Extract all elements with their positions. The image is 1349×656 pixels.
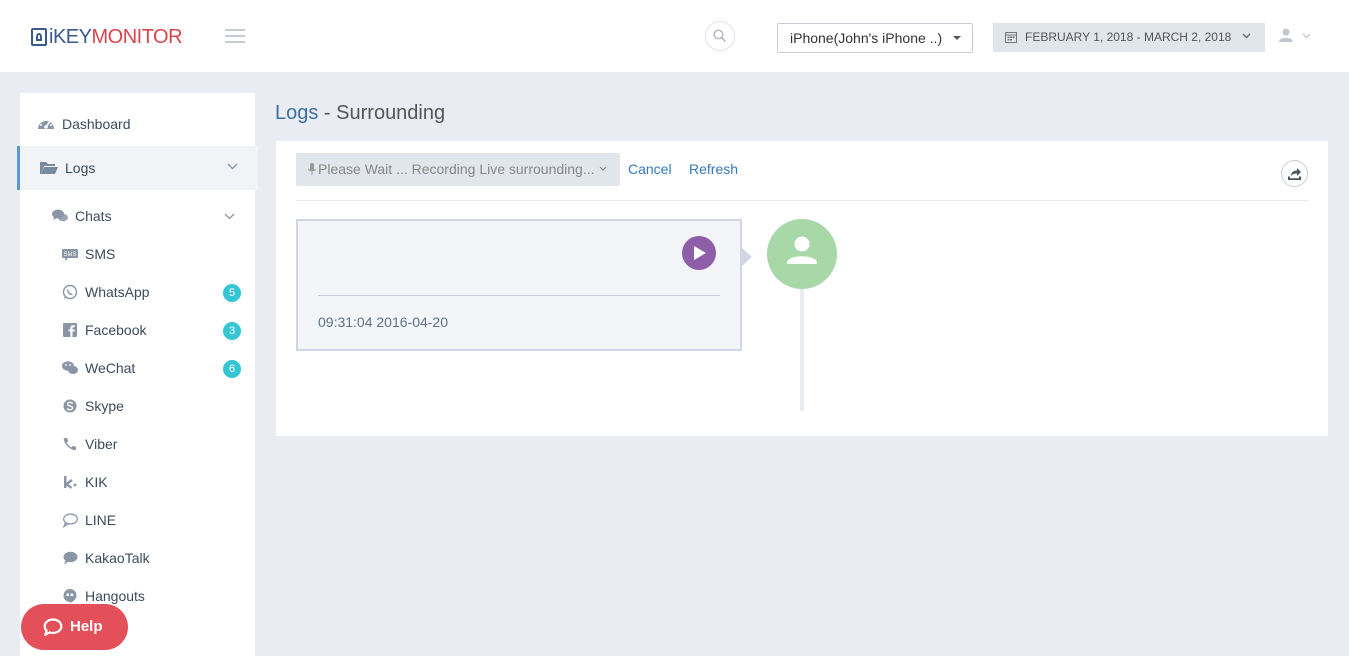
- sidebar-item-label: SMS: [85, 246, 116, 262]
- sidebar-item-logs[interactable]: Logs: [17, 146, 258, 190]
- sidebar-item-wechat[interactable]: WeChat 6: [20, 349, 255, 387]
- divider: [318, 295, 720, 296]
- sidebar-item-label: WhatsApp: [85, 284, 150, 300]
- date-range-label: FEBRUARY 1, 2018 - MARCH 2, 2018: [1025, 30, 1232, 44]
- divider: [296, 200, 1308, 201]
- sidebar-item-facebook[interactable]: Facebook 3: [20, 311, 255, 349]
- sidebar-item-label: KIK: [85, 474, 108, 490]
- folder-open-icon: [40, 162, 58, 174]
- svg-text:SMS: SMS: [63, 252, 76, 258]
- logo[interactable]: iKEYMONITOR: [31, 25, 183, 48]
- sidebar-item-dashboard[interactable]: Dashboard: [20, 102, 255, 146]
- count-badge: 3: [223, 322, 241, 340]
- kik-icon: [64, 476, 77, 489]
- recording-status-label: Please Wait ... Recording Live surroundi…: [318, 161, 595, 177]
- avatar: [767, 219, 837, 289]
- sms-icon: SMS: [62, 249, 78, 261]
- page-title: Logs - Surrounding: [275, 102, 446, 124]
- timeline-line: [800, 281, 804, 411]
- sidebar-item-label: Dashboard: [62, 116, 131, 132]
- chevron-down-icon: [1242, 33, 1251, 39]
- sidebar-item-label: Chats: [75, 208, 112, 224]
- caret-down-icon: [953, 36, 961, 40]
- surrounding-panel: Please Wait ... Recording Live surroundi…: [276, 141, 1328, 436]
- play-icon: [694, 246, 706, 260]
- sidebar-item-kakaotalk[interactable]: KakaoTalk: [20, 539, 255, 577]
- calendar-icon: [1005, 32, 1017, 43]
- facebook-icon: [63, 323, 77, 337]
- sidebar: Dashboard Logs Chats SMS SMS WhatsApp 5 …: [17, 93, 258, 656]
- play-button[interactable]: [682, 236, 716, 270]
- sidebar-item-viber[interactable]: Viber: [20, 425, 255, 463]
- search-icon: [713, 29, 727, 43]
- help-button[interactable]: Help: [21, 604, 128, 650]
- sidebar-item-skype[interactable]: Skype: [20, 387, 255, 425]
- sidebar-item-label: Logs: [65, 160, 96, 176]
- hangouts-icon: [63, 589, 77, 603]
- sidebar-item-label: Viber: [85, 436, 118, 452]
- sidebar-item-chats[interactable]: Chats: [20, 197, 255, 235]
- sidebar-item-label: Skype: [85, 398, 124, 414]
- user-menu[interactable]: [1279, 28, 1311, 48]
- line-icon: [62, 513, 78, 528]
- chevron-down-icon: [227, 163, 238, 170]
- comments-icon: [52, 209, 68, 222]
- sidebar-item-label: KakaoTalk: [85, 550, 150, 566]
- chevron-down-icon: [1302, 33, 1311, 39]
- viber-icon: [63, 438, 76, 451]
- sidebar-item-label: Facebook: [85, 322, 147, 338]
- sidebar-item-line[interactable]: LINE: [20, 501, 255, 539]
- sidebar-item-whatsapp[interactable]: WhatsApp 5: [20, 273, 255, 311]
- export-icon: [1288, 168, 1301, 180]
- date-range-picker[interactable]: FEBRUARY 1, 2018 - MARCH 2, 2018: [993, 23, 1265, 52]
- skype-icon: [63, 399, 77, 413]
- cancel-link[interactable]: Cancel: [628, 153, 672, 186]
- sidebar-item-label: WeChat: [85, 360, 136, 376]
- dashboard-icon: [38, 118, 54, 129]
- card-pointer-arrow: [742, 248, 752, 266]
- search-button[interactable]: [705, 21, 735, 51]
- user-avatar-icon: [787, 236, 817, 264]
- logo-text: iKEYMONITOR: [49, 25, 183, 48]
- logo-mark-icon: [31, 28, 47, 46]
- kakaotalk-icon: [63, 551, 78, 565]
- user-icon: [1279, 28, 1293, 42]
- wechat-icon: [62, 361, 78, 374]
- entry-timestamp: 09:31:04 2016-04-20: [318, 314, 448, 330]
- export-button[interactable]: [1281, 160, 1308, 187]
- sidebar-item-kik[interactable]: KIK: [20, 463, 255, 501]
- count-badge: 5: [223, 284, 241, 302]
- device-select-value: iPhone(John's iPhone ..): [790, 30, 943, 46]
- top-header: iKEYMONITOR iPhone(John's iPhone ..) FEB…: [0, 0, 1349, 72]
- refresh-link[interactable]: Refresh: [689, 153, 738, 186]
- sidebar-item-label: LINE: [85, 512, 117, 528]
- recording-status-dropdown[interactable]: Please Wait ... Recording Live surroundi…: [296, 153, 620, 186]
- help-label: Help: [70, 618, 103, 635]
- chevron-down-icon: [599, 166, 607, 171]
- menu-toggle-icon[interactable]: [225, 29, 245, 43]
- microphone-icon: [308, 163, 316, 175]
- device-select[interactable]: iPhone(John's iPhone ..): [777, 23, 973, 53]
- count-badge: 6: [223, 360, 241, 378]
- chat-bubble-icon: [43, 618, 63, 636]
- chevron-down-icon: [224, 213, 235, 220]
- whatsapp-icon: [62, 284, 78, 300]
- recording-entry-card: 09:31:04 2016-04-20: [296, 219, 742, 351]
- sidebar-item-sms[interactable]: SMS SMS: [20, 235, 255, 273]
